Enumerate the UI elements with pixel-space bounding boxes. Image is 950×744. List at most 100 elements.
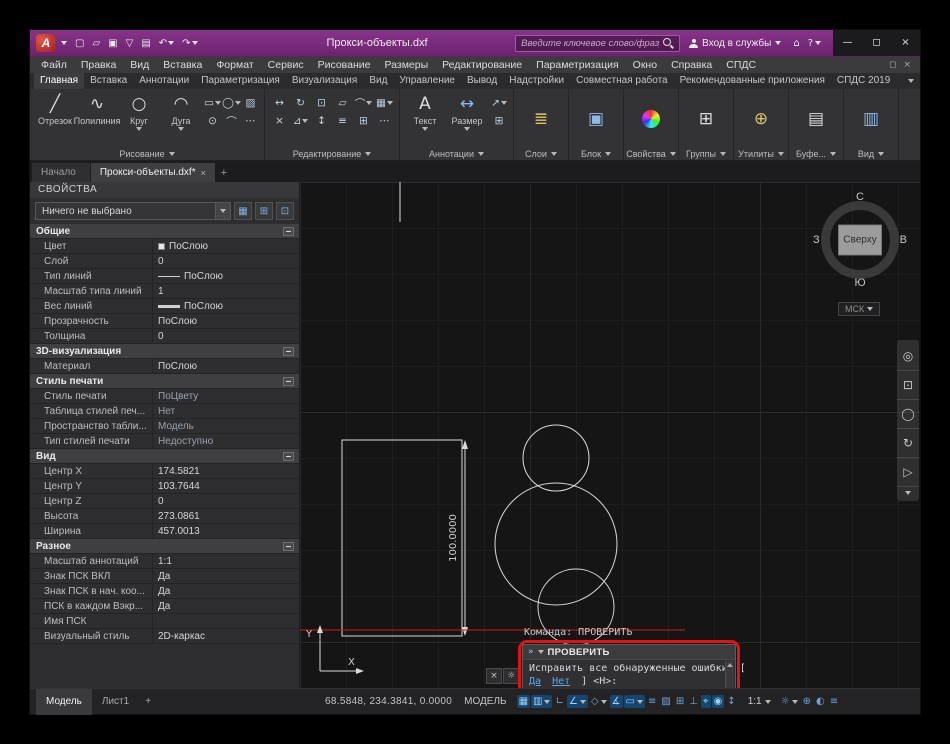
ucs-icon[interactable]: Y X [305, 625, 364, 674]
ribbon-tab[interactable]: Визуализация [286, 73, 363, 89]
property-row[interactable]: Ширина 457.0013 [30, 524, 299, 539]
property-value[interactable]: 273.0861 [152, 509, 299, 523]
annotation-visibility-toggle[interactable]: ◉ [711, 695, 725, 708]
line-tool[interactable]: ╱ Отрезок [34, 91, 76, 147]
drawing-canvas[interactable]: 100.0000 Y X С Ю З В Сверху МСК ◎ ⊡ ◯ ↻ … [300, 182, 920, 688]
doc-restore-icon[interactable]: ◻ [889, 60, 896, 70]
polar-tracking-toggle[interactable]: ∠ [566, 695, 588, 708]
property-value[interactable]: 457.0013 [152, 524, 299, 538]
text-tool[interactable]: A Текст [404, 91, 446, 147]
section-collapse-icon[interactable] [283, 346, 294, 356]
property-value[interactable]: 0 [152, 254, 299, 268]
panel-footer[interactable]: Вид [846, 147, 896, 160]
erase-tool[interactable]: × [269, 112, 290, 130]
grid-toggle[interactable]: ▦ [516, 695, 531, 708]
tab-close-icon[interactable]: × [201, 168, 206, 178]
layout-tab[interactable]: + [139, 689, 157, 715]
property-value[interactable]: 0 [152, 494, 299, 508]
annotation-scale-button[interactable]: 1:1 [744, 694, 775, 709]
zoom-icon[interactable]: ◯ [897, 400, 919, 429]
property-value[interactable]: Нет [152, 404, 299, 418]
property-value[interactable]: Недоступно [152, 434, 299, 448]
panel-footer[interactable]: Блок [571, 147, 621, 160]
search-input[interactable] [521, 37, 660, 49]
dimension-tool[interactable]: ↔ Размер [446, 91, 488, 147]
command-prompt-icon[interactable]: » [528, 647, 534, 657]
menu-item[interactable]: СПДС [719, 57, 763, 74]
viewcube-east[interactable]: В [900, 234, 907, 246]
property-row[interactable]: ПСК в каждом Вэкр... Да [30, 599, 299, 614]
ribbon-tab[interactable]: Совместная работа [570, 73, 674, 89]
property-value[interactable]: 1 [152, 284, 299, 298]
property-row[interactable]: Таблица стилей печ... Нет [30, 404, 299, 419]
property-row[interactable]: Тип линий ПоСлою [30, 269, 299, 284]
object-snap-toggle[interactable]: ▭ [623, 695, 645, 708]
rectangle-tool[interactable]: ▭ [203, 94, 222, 112]
wcs-button[interactable]: МСК [838, 302, 881, 316]
property-row[interactable]: Толщина 0 [30, 329, 299, 344]
panel-footer[interactable]: Группы [681, 147, 731, 160]
circle-tool[interactable]: ○ Круг [118, 91, 160, 147]
plot-icon[interactable]: ▤ [138, 36, 153, 51]
app-menu-caret-icon[interactable] [61, 41, 67, 45]
menu-item[interactable]: Редактирование [435, 57, 529, 74]
menu-item[interactable]: Параметризация [529, 57, 626, 74]
property-value[interactable]: ПоЦвету [152, 389, 299, 403]
object-selector-dropdown[interactable]: Ничего не выбрано [35, 202, 231, 220]
transparency-toggle[interactable]: ▨ [659, 695, 672, 708]
document-tab[interactable]: Прокси-объекты.dxf* × [90, 163, 215, 182]
ribbon-tab[interactable]: Надстройки [503, 73, 570, 89]
panel-footer[interactable]: Утилиты [736, 147, 786, 160]
section-collapse-icon[interactable] [283, 376, 294, 386]
graphics-performance-icon[interactable]: ◐ [814, 695, 827, 708]
property-value[interactable]: ПоСлою [152, 314, 299, 328]
viewcube-west[interactable]: З [813, 234, 820, 246]
dynamic-input-toggle[interactable]: ⌖ [700, 695, 711, 708]
quick-select-icon[interactable]: ⊡ [276, 202, 294, 220]
circle-entity-small[interactable] [522, 424, 590, 492]
move-tool[interactable]: ↔ [269, 94, 290, 112]
model-space-button[interactable]: МОДЕЛЬ [464, 696, 506, 707]
property-value[interactable]: ПоСлою [152, 239, 299, 253]
new-tab-button[interactable]: + [216, 163, 232, 182]
ellipse-tool[interactable]: ◯ [222, 94, 241, 112]
more-modify-tools-icon[interactable]: ⋯ [374, 112, 395, 130]
property-value[interactable]: 2D-каркас [152, 629, 299, 643]
property-row[interactable]: Слой 0 [30, 254, 299, 269]
app-logo[interactable]: A [36, 34, 56, 52]
property-row[interactable]: Тип стилей печати Недоступно [30, 434, 299, 449]
navigation-wheel-icon[interactable]: ◎ [897, 342, 919, 371]
stretch-tool[interactable]: ↕ [311, 112, 332, 130]
command-close-icon[interactable]: × [486, 668, 502, 684]
property-row[interactable]: Стиль печати ПоЦвету [30, 389, 299, 404]
property-row[interactable]: Разное [30, 539, 299, 554]
panel-footer[interactable]: Буфе... [791, 147, 841, 160]
trim-tool[interactable]: ⊿ [290, 112, 311, 130]
panel-footer[interactable]: Слои [516, 147, 566, 160]
open-file-icon[interactable]: ▱ [89, 36, 103, 51]
property-row[interactable]: Общие [30, 224, 299, 239]
minimize-button[interactable]: — [833, 30, 862, 56]
clipboard-panel-button[interactable]: ▤ [793, 91, 839, 147]
menu-item[interactable]: Размеры [378, 57, 436, 74]
property-row[interactable]: Центр X 174.5821 [30, 464, 299, 479]
ribbon-tab[interactable]: Вид [363, 73, 393, 89]
property-row[interactable]: Знак ПСК ВКЛ Да [30, 569, 299, 584]
save-icon[interactable]: ▣ [105, 36, 120, 51]
table-tool[interactable]: ⊞ [489, 112, 509, 130]
ribbon-tab[interactable]: Рекомендованные приложения [674, 73, 831, 89]
property-row[interactable]: Вес линий ПоСлою [30, 299, 299, 314]
signin-button[interactable]: Вход в службы [685, 38, 785, 49]
doc-close-icon[interactable]: × [903, 60, 911, 70]
property-value[interactable]: Да [152, 569, 299, 583]
ribbon-tab[interactable]: Вывод [461, 73, 503, 89]
property-row[interactable]: Масштаб аннотаций 1:1 [30, 554, 299, 569]
option-no-link[interactable]: Нет [552, 676, 570, 687]
viewcube[interactable]: С Ю З В Сверху [812, 191, 908, 289]
customize-icon[interactable]: ≡ [828, 695, 840, 708]
property-value[interactable]: ПоСлою [152, 269, 299, 283]
menu-item[interactable]: Окно [626, 57, 664, 74]
layers-panel-button[interactable]: ≣ [518, 91, 564, 147]
property-value[interactable]: ПоСлою [152, 359, 299, 373]
property-value[interactable]: 0 [152, 329, 299, 343]
